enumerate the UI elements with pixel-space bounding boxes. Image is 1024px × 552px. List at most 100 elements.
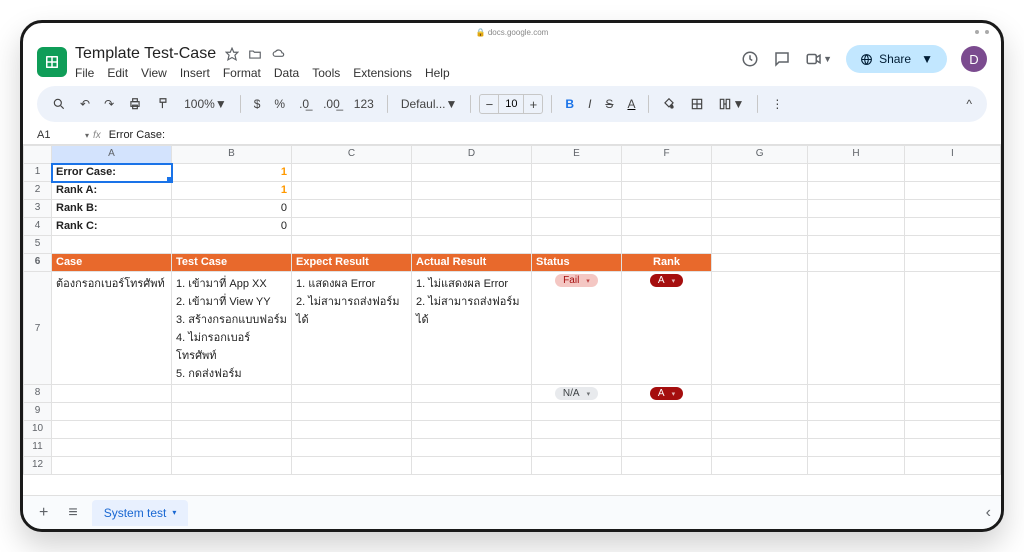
col-header-b[interactable]: B (172, 146, 292, 164)
borders-icon[interactable] (685, 93, 709, 115)
row-header[interactable]: 6 (24, 254, 52, 272)
cell-testcase[interactable]: 1. เข้ามาที่ App XX 2. เข้ามาที่ View YY… (172, 272, 292, 385)
col-header-f[interactable]: F (622, 146, 712, 164)
row-header[interactable]: 4 (24, 218, 52, 236)
menu-help[interactable]: Help (425, 66, 450, 80)
status-pill-na[interactable]: N/A (555, 387, 598, 400)
rank-pill[interactable]: A (650, 387, 683, 400)
all-sheets-icon[interactable]: ≡ (62, 500, 83, 526)
cell-b4[interactable]: 0 (172, 218, 292, 236)
font-size-control[interactable]: − + (479, 94, 543, 114)
star-icon[interactable] (225, 47, 239, 61)
row-header[interactable]: 9 (24, 403, 52, 421)
decrease-decimal-icon[interactable]: .0̲ (294, 93, 314, 115)
zoom-select[interactable]: 100% ▼ (179, 93, 232, 115)
menu-data[interactable]: Data (274, 66, 299, 80)
cell-rank[interactable]: A (622, 385, 712, 403)
menu-file[interactable]: File (75, 66, 94, 80)
status-pill-fail[interactable]: Fail (555, 274, 598, 287)
increase-font-icon[interactable]: + (524, 97, 542, 112)
cloud-icon[interactable] (271, 47, 287, 61)
cell-b3[interactable]: 0 (172, 200, 292, 218)
row-header[interactable]: 12 (24, 457, 52, 475)
cell-a1[interactable]: Error Case: (52, 164, 172, 182)
col-header-a[interactable]: A (52, 146, 172, 164)
cell-b2[interactable]: 1 (172, 182, 292, 200)
font-select[interactable]: Defaul... ▼ (396, 93, 463, 115)
header-actual[interactable]: Actual Result (412, 254, 532, 272)
menu-insert[interactable]: Insert (180, 66, 210, 80)
spreadsheet-grid[interactable]: A B C D E F G H I 1Error Case:1 2Rank A:… (23, 145, 1001, 475)
strikethrough-icon[interactable]: S (600, 93, 618, 115)
row-header[interactable]: 10 (24, 421, 52, 439)
print-icon[interactable] (123, 93, 147, 115)
row-header[interactable]: 7 (24, 272, 52, 385)
account-avatar[interactable]: D (961, 46, 987, 72)
col-header-h[interactable]: H (808, 146, 904, 164)
col-header-i[interactable]: I (904, 146, 1000, 164)
cell-case[interactable]: ต้องกรอกเบอร์โทรศัพท์ (52, 272, 172, 385)
formula-bar[interactable]: Error Case: (109, 129, 165, 141)
header-testcase[interactable]: Test Case (172, 254, 292, 272)
cell-rank[interactable]: A (622, 272, 712, 385)
menu-extensions[interactable]: Extensions (353, 66, 412, 80)
row-header[interactable]: 11 (24, 439, 52, 457)
col-header-d[interactable]: D (412, 146, 532, 164)
cell-status[interactable]: Fail (532, 272, 622, 385)
italic-icon[interactable]: I (583, 93, 596, 115)
row-header[interactable]: 5 (24, 236, 52, 254)
menu-view[interactable]: View (141, 66, 167, 80)
row-header[interactable]: 2 (24, 182, 52, 200)
col-header-g[interactable]: G (712, 146, 808, 164)
header-status[interactable]: Status (532, 254, 622, 272)
comment-icon[interactable] (773, 50, 791, 68)
name-box[interactable]: A1 (37, 129, 85, 141)
font-size-input[interactable] (498, 95, 524, 113)
currency-icon[interactable]: $ (249, 93, 266, 115)
cell-status[interactable]: N/A (532, 385, 622, 403)
add-sheet-icon[interactable]: + (33, 500, 54, 526)
cell-b1[interactable]: 1 (172, 164, 292, 182)
menu-tools[interactable]: Tools (312, 66, 340, 80)
sheets-logo[interactable] (37, 47, 67, 77)
row-header[interactable]: 1 (24, 164, 52, 182)
undo-icon[interactable]: ↶ (75, 93, 95, 115)
decrease-font-icon[interactable]: − (480, 97, 498, 112)
menu-format[interactable]: Format (223, 66, 261, 80)
merge-icon[interactable]: ▼ (713, 93, 749, 115)
share-button[interactable]: Share▼ (846, 45, 947, 73)
cell-a2[interactable]: Rank A: (52, 182, 172, 200)
sheet-tab[interactable]: System test (92, 500, 189, 526)
meet-icon[interactable]: ▼ (805, 50, 832, 68)
select-all-corner[interactable] (24, 146, 52, 164)
text-color-icon[interactable]: A (622, 93, 640, 115)
document-title[interactable]: Template Test-Case (75, 45, 216, 63)
col-header-e[interactable]: E (532, 146, 622, 164)
increase-decimal-icon[interactable]: .00̲ (318, 93, 345, 115)
paint-format-icon[interactable] (151, 93, 175, 115)
header-expect[interactable]: Expect Result (292, 254, 412, 272)
header-case[interactable]: Case (52, 254, 172, 272)
scroll-left-icon[interactable]: ‹ (986, 504, 991, 522)
percent-icon[interactable]: % (269, 93, 290, 115)
history-icon[interactable] (741, 50, 759, 68)
format-number-icon[interactable]: 123 (349, 93, 379, 115)
rank-pill[interactable]: A (650, 274, 683, 287)
row-header[interactable]: 3 (24, 200, 52, 218)
cell-a3[interactable]: Rank B: (52, 200, 172, 218)
row-header[interactable]: 8 (24, 385, 52, 403)
search-icon[interactable] (47, 93, 71, 115)
cell-actual[interactable]: 1. ไม่แสดงผล Error 2. ไม่สามารถส่งฟอร์มไ… (412, 272, 532, 385)
col-header-c[interactable]: C (292, 146, 412, 164)
row-header[interactable]: 13 (24, 475, 52, 476)
cell-expect[interactable]: 1. แสดงผล Error 2. ไม่สามารถส่งฟอร์มได้ (292, 272, 412, 385)
redo-icon[interactable]: ↷ (99, 93, 119, 115)
menu-edit[interactable]: Edit (107, 66, 128, 80)
fill-color-icon[interactable] (657, 93, 681, 115)
move-icon[interactable] (248, 47, 262, 61)
cell-a4[interactable]: Rank C: (52, 218, 172, 236)
more-icon[interactable]: ⋮ (766, 93, 788, 115)
header-rank[interactable]: Rank (622, 254, 712, 272)
collapse-toolbar-icon[interactable]: ^ (961, 93, 977, 115)
bold-icon[interactable]: B (560, 93, 579, 115)
